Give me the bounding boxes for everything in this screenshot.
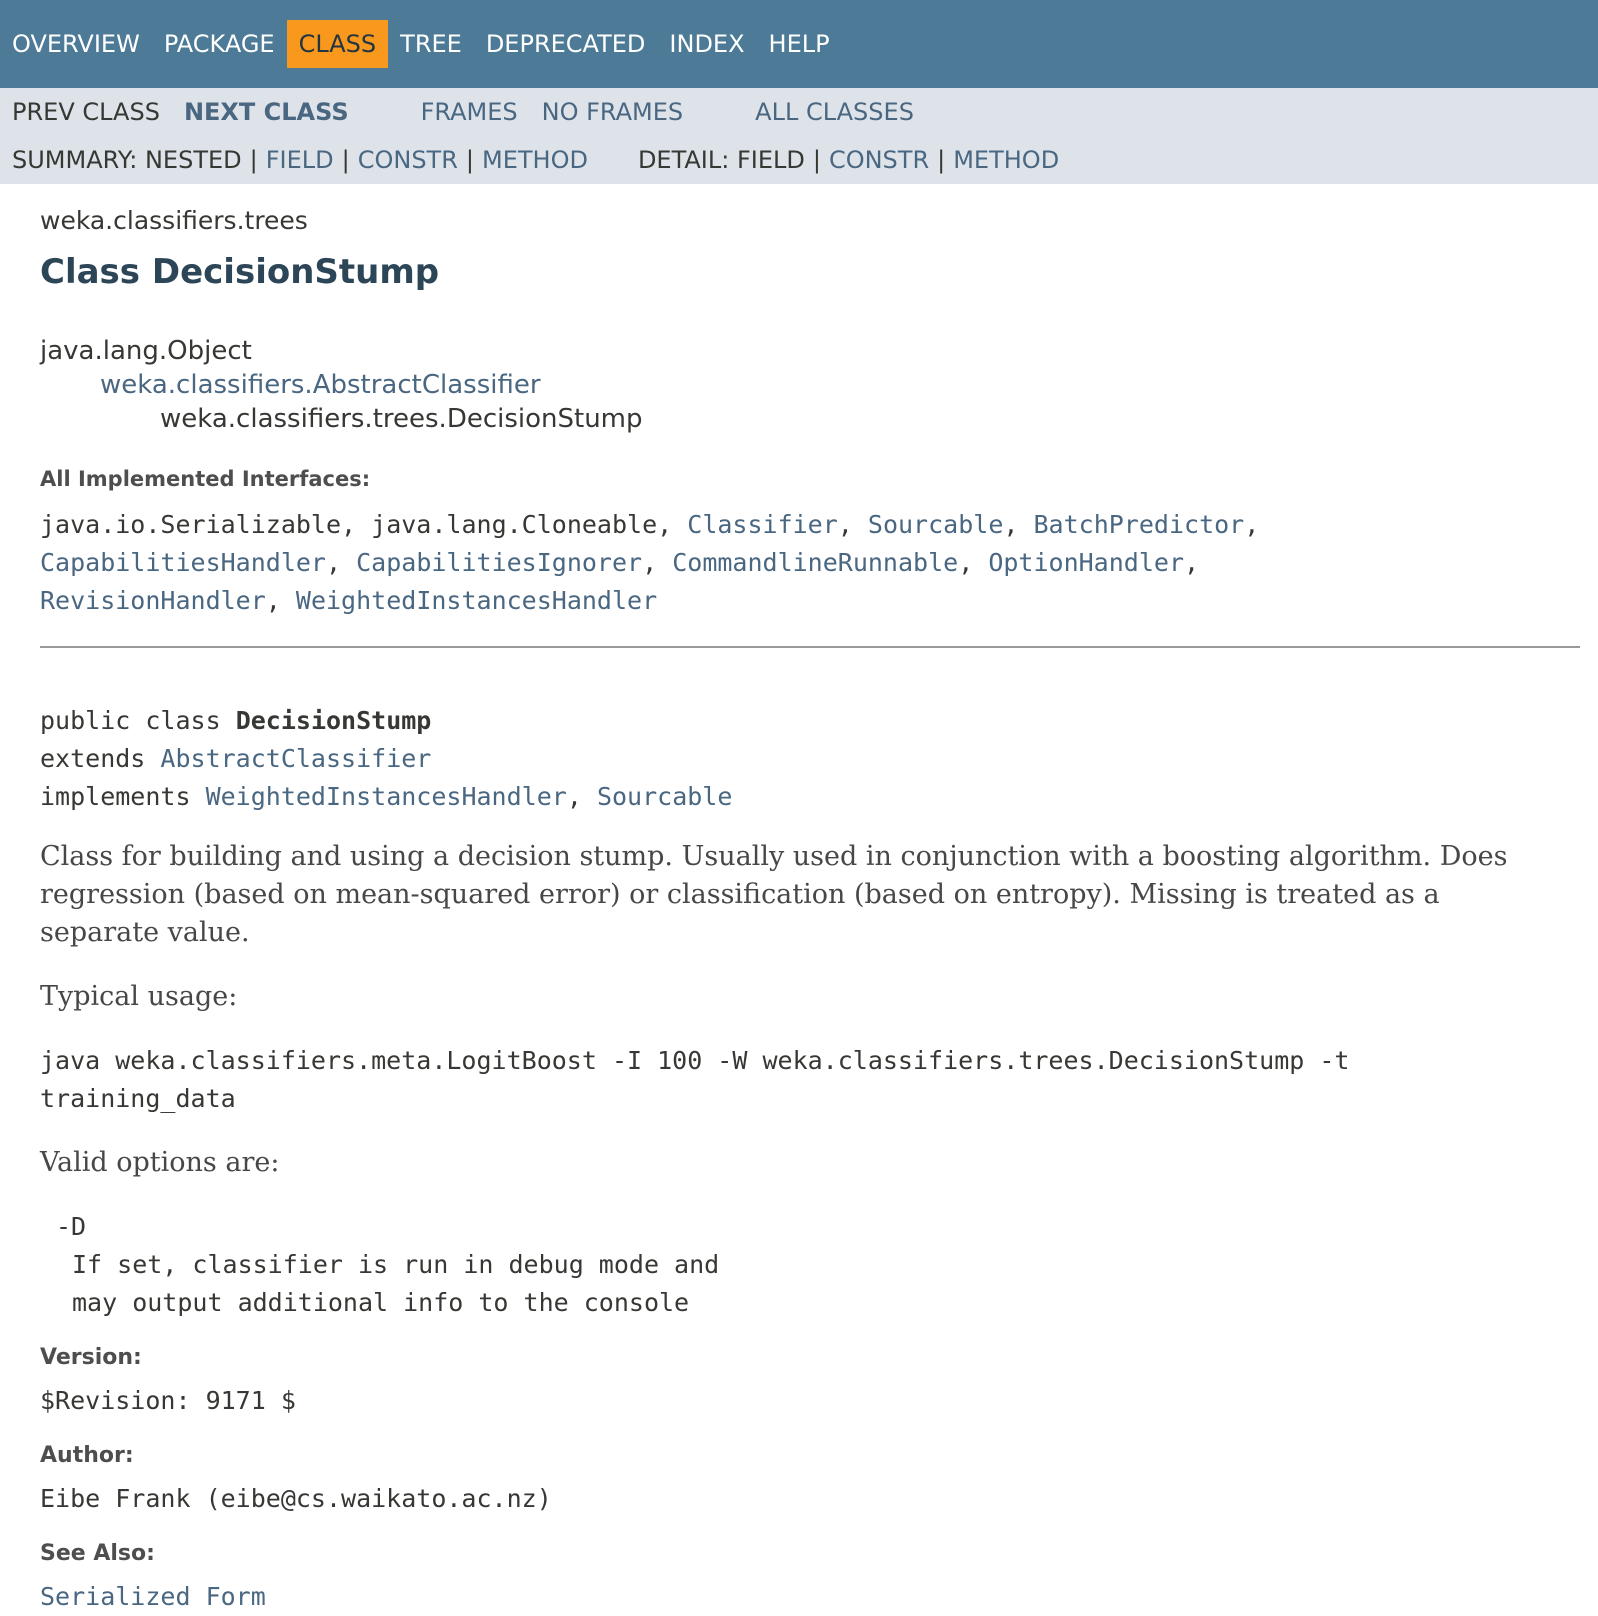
decl-implements-keyword: implements: [40, 782, 191, 811]
comma: ,: [837, 510, 853, 539]
subnav-row-2: SUMMARY: NESTED | FIELD | CONSTR | METHO…: [12, 136, 1586, 184]
nav-help[interactable]: HELP: [757, 20, 842, 68]
usage-line: java weka.classifiers.meta.LogitBoost -I…: [40, 1046, 1350, 1075]
separator: |: [812, 146, 821, 174]
version-value: $Revision: 9171 $: [40, 1386, 296, 1415]
interfaces-list: java.io.Serializable, java.lang.Cloneabl…: [40, 506, 1558, 620]
summary-constr-link[interactable]: CONSTR: [358, 136, 458, 184]
comma: ,: [566, 782, 582, 811]
top-nav-bar: OVERVIEW PACKAGE CLASS TREE DEPRECATED I…: [0, 0, 1598, 88]
decl-implements-link-2[interactable]: Sourcable: [597, 782, 732, 811]
decl-prefix: public class: [40, 706, 221, 735]
option-flag: -D: [56, 1212, 87, 1241]
interface-plain: java.lang.Cloneable: [371, 510, 658, 539]
class-description: Class for building and using a decision …: [40, 841, 1508, 948]
decl-class-name: DecisionStump: [235, 706, 432, 735]
usage-code: java weka.classifiers.meta.LogitBoost -I…: [40, 1042, 1558, 1118]
nav-tree[interactable]: TREE: [388, 20, 474, 68]
interface-link-sourcable[interactable]: Sourcable: [868, 510, 1003, 539]
interface-link-capabilitiesignorer[interactable]: CapabilitiesIgnorer: [356, 548, 642, 577]
nav-index[interactable]: INDEX: [657, 20, 756, 68]
package-name: weka.classifiers.trees: [40, 206, 308, 235]
inheritance-root: java.lang.Object: [40, 336, 252, 366]
next-class-link[interactable]: NEXT CLASS: [184, 88, 349, 136]
interface-link-weightedinstanceshandler[interactable]: WeightedInstancesHandler: [296, 586, 657, 615]
decl-implements-link-1[interactable]: WeightedInstancesHandler: [206, 782, 567, 811]
see-also-label: See Also:: [40, 1541, 155, 1566]
option-description: may output additional info to the consol…: [72, 1288, 690, 1317]
separator: |: [341, 146, 350, 174]
subnav-row-1: PREV CLASS NEXT CLASS FRAMES NO FRAMES A…: [12, 88, 1586, 136]
usage-line: training_data: [40, 1084, 236, 1113]
interface-link-commandlinerunnable[interactable]: CommandlineRunnable: [672, 548, 958, 577]
all-classes-link[interactable]: ALL CLASSES: [755, 88, 914, 136]
interface-link-batchpredictor[interactable]: BatchPredictor: [1034, 510, 1245, 539]
no-frames-link[interactable]: NO FRAMES: [542, 88, 684, 136]
nav-class-active: CLASS: [286, 20, 389, 68]
options-block: -D If set, classifier is run in debug mo…: [40, 1208, 1558, 1322]
summary-method-link[interactable]: METHOD: [482, 136, 588, 184]
interface-link-revisionhandler[interactable]: RevisionHandler: [40, 586, 266, 615]
detail-method-link[interactable]: METHOD: [953, 136, 1059, 184]
interface-plain: java.io.Serializable: [40, 510, 342, 539]
separator: |: [249, 146, 258, 174]
interface-link-capabilitieshandler[interactable]: CapabilitiesHandler: [40, 548, 326, 577]
comma: ,: [341, 510, 357, 539]
summary-label: SUMMARY: NESTED: [12, 146, 242, 174]
nav-deprecated[interactable]: DEPRECATED: [474, 20, 658, 68]
separator: |: [465, 146, 474, 174]
decl-extends-keyword: extends: [40, 744, 146, 773]
decl-extends-link[interactable]: AbstractClassifier: [160, 744, 431, 773]
inheritance-parent-link[interactable]: weka.classifiers.AbstractClassifier: [100, 370, 541, 400]
comma: ,: [265, 586, 281, 615]
nav-package[interactable]: PACKAGE: [152, 20, 287, 68]
comma: ,: [1184, 548, 1200, 577]
main-content: weka.classifiers.trees Class DecisionStu…: [0, 206, 1598, 1616]
comma: ,: [657, 510, 673, 539]
valid-options-label: Valid options are:: [40, 1147, 280, 1178]
comma: ,: [642, 548, 658, 577]
comma: ,: [958, 548, 974, 577]
interface-link-classifier[interactable]: Classifier: [687, 510, 838, 539]
separator: |: [937, 146, 946, 174]
detail-label: DETAIL: FIELD: [637, 146, 805, 174]
option-description: If set, classifier is run in debug mode …: [72, 1250, 720, 1279]
detail-constr-link[interactable]: CONSTR: [829, 136, 929, 184]
inheritance-tree: java.lang.Object weka.classifiers.Abstra…: [40, 334, 1558, 436]
interfaces-label: All Implemented Interfaces:: [40, 467, 371, 491]
inheritance-self: weka.classifiers.trees.DecisionStump: [160, 404, 643, 434]
frames-link[interactable]: FRAMES: [421, 88, 518, 136]
version-label: Version:: [40, 1345, 142, 1370]
author-label: Author:: [40, 1443, 134, 1468]
usage-label: Typical usage:: [40, 981, 238, 1012]
author-value: Eibe Frank (eibe@cs.waikato.ac.nz): [40, 1484, 552, 1513]
class-declaration: public class DecisionStump extends Abstr…: [40, 702, 1558, 816]
comma: ,: [325, 548, 342, 577]
divider: [40, 646, 1580, 648]
interface-link-optionhandler[interactable]: OptionHandler: [988, 548, 1184, 577]
prev-class-label: PREV CLASS: [12, 98, 160, 126]
comma: ,: [1244, 510, 1260, 539]
nav-overview[interactable]: OVERVIEW: [12, 20, 152, 68]
comma: ,: [1003, 510, 1019, 539]
serialized-form-link[interactable]: Serialized Form: [40, 1582, 266, 1611]
sub-nav-bar: PREV CLASS NEXT CLASS FRAMES NO FRAMES A…: [0, 88, 1598, 184]
summary-field-link[interactable]: FIELD: [266, 136, 334, 184]
page-title: Class DecisionStump: [40, 252, 440, 292]
